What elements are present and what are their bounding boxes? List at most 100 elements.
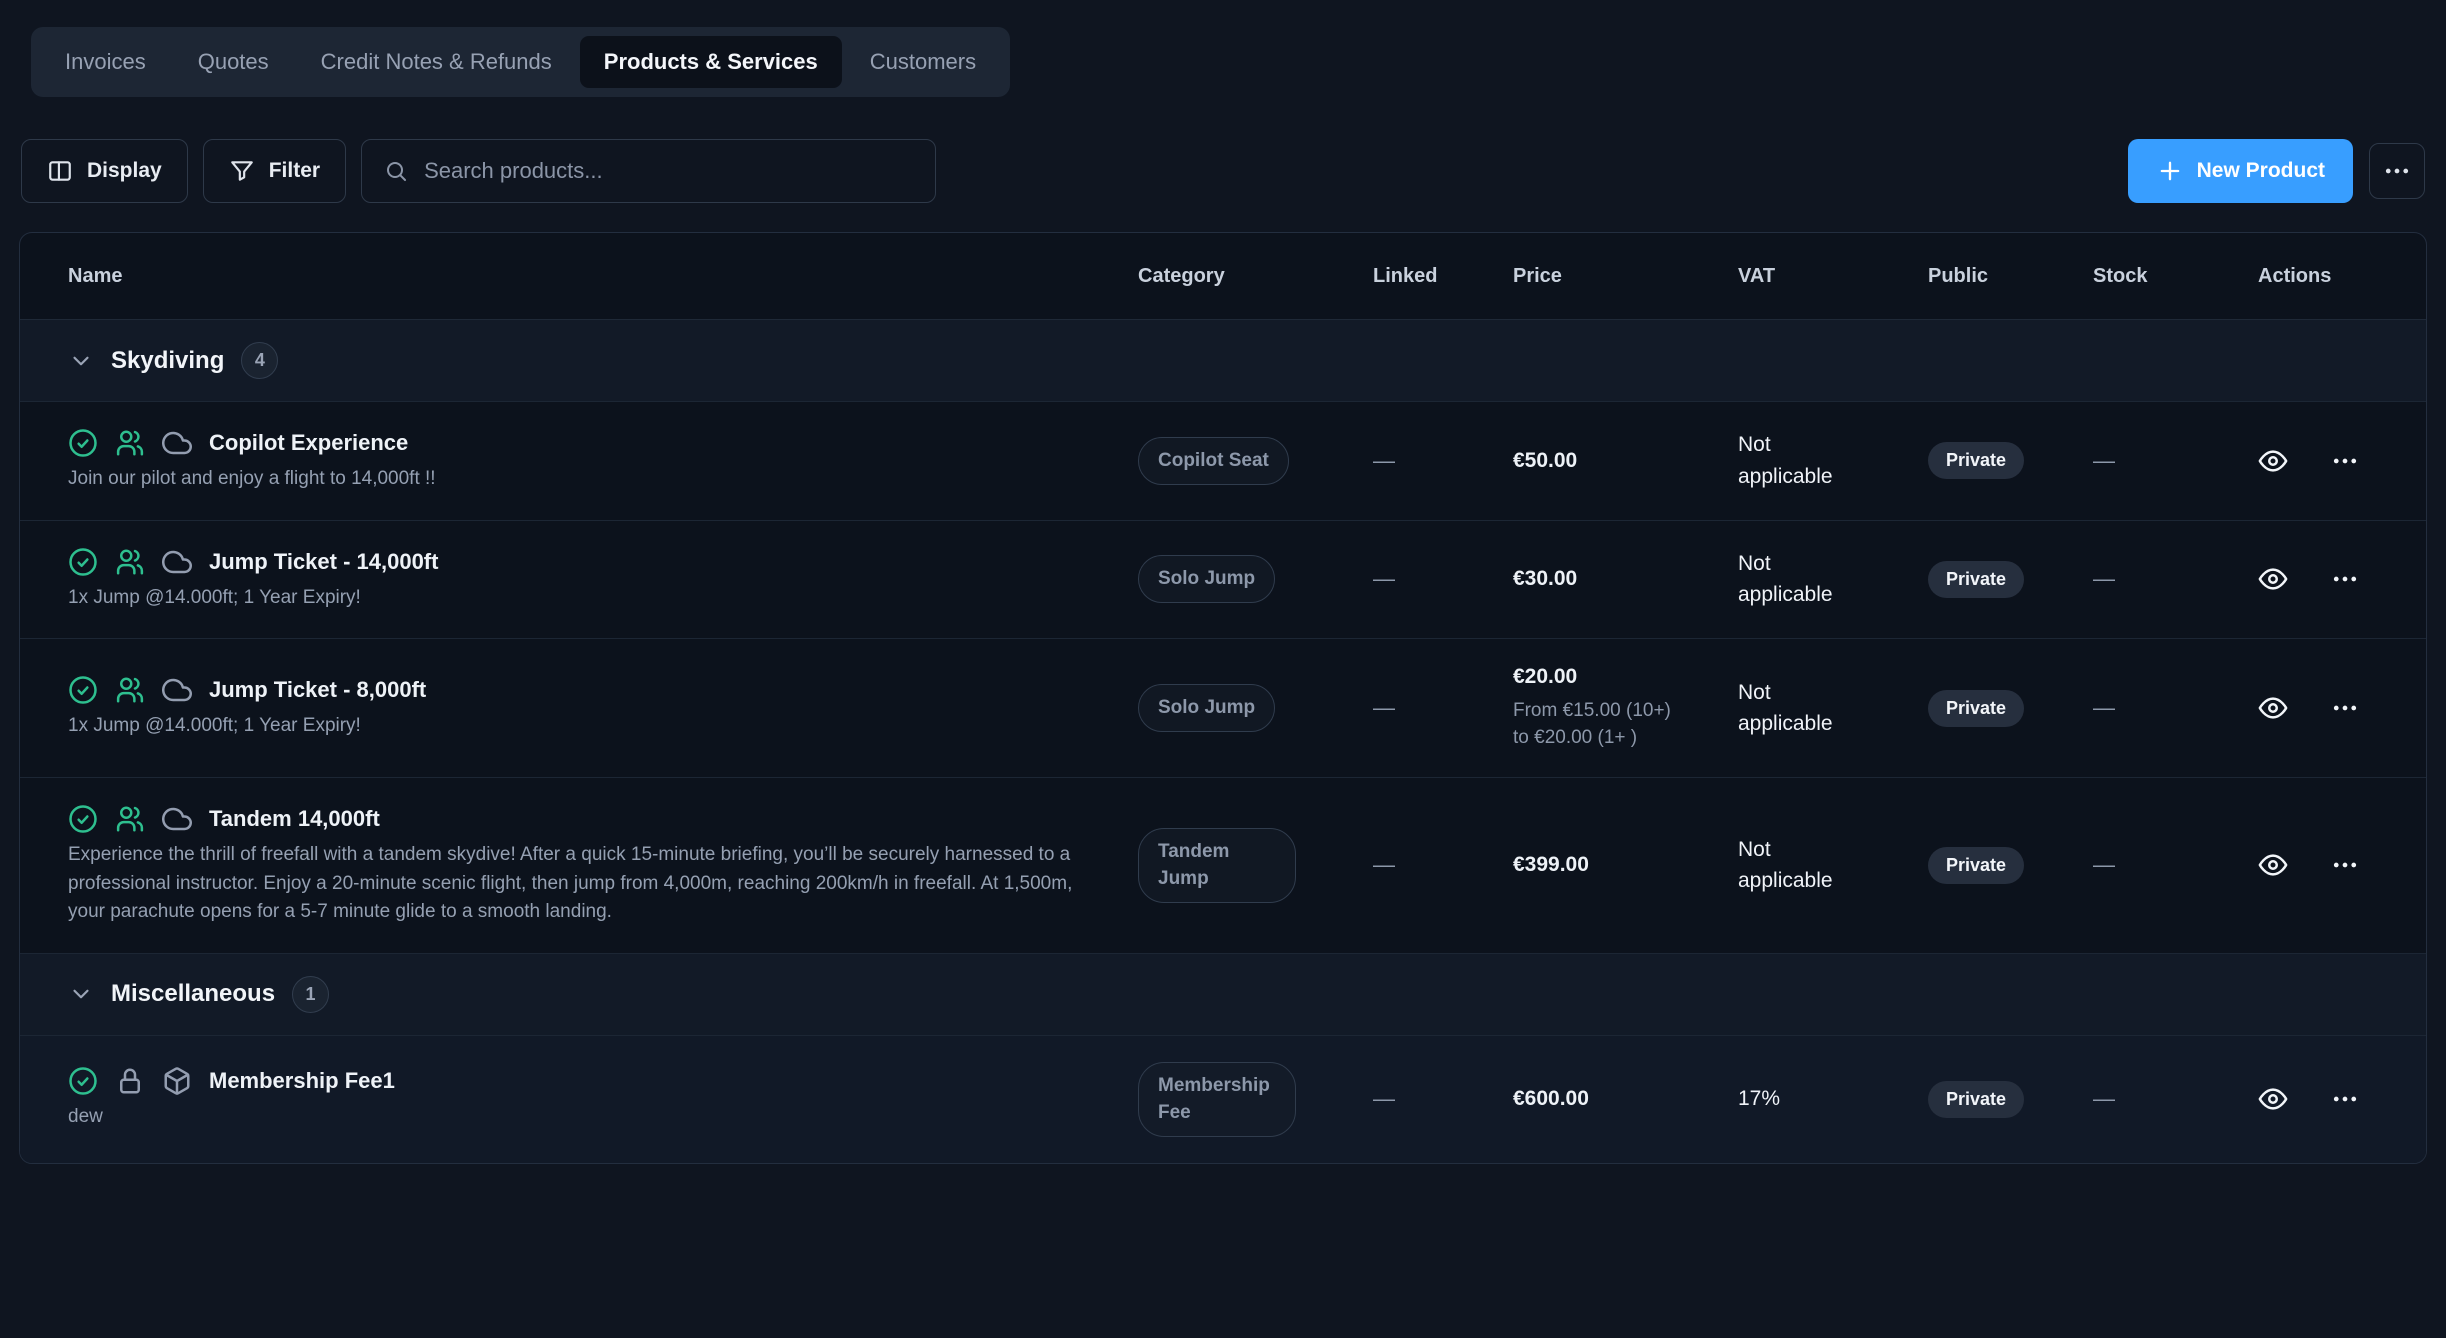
product-row-copilot-experience[interactable]: Copilot Experience Join our pilot and en… xyxy=(20,402,2426,521)
category-pill: Copilot Seat xyxy=(1138,437,1289,485)
group-title: Miscellaneous xyxy=(111,980,275,1008)
column-header-vat: VAT xyxy=(1738,265,1928,288)
linked-cell: — xyxy=(1373,695,1513,721)
chevron-down-icon xyxy=(68,981,94,1007)
cloud-icon xyxy=(162,804,192,834)
stock-cell: — xyxy=(2093,695,2258,721)
product-row-tandem-14000ft[interactable]: Tandem 14,000ft Experience the thrill of… xyxy=(20,778,2426,954)
tab-invoices[interactable]: Invoices xyxy=(41,36,170,88)
eye-icon xyxy=(2258,446,2288,476)
package-icon xyxy=(162,1066,192,1096)
category-cell: Copilot Seat xyxy=(1138,437,1373,485)
column-header-name: Name xyxy=(68,265,1138,288)
product-subtitle: Join our pilot and enjoy a flight to 14,… xyxy=(68,465,1078,494)
search-box xyxy=(361,139,936,203)
category-cell: Solo Jump xyxy=(1138,555,1373,603)
linked-cell: — xyxy=(1373,1086,1513,1112)
eye-icon xyxy=(2258,564,2288,594)
product-subtitle: 1x Jump @14.000ft; 1 Year Expiry! xyxy=(68,712,1078,741)
filter-button[interactable]: Filter xyxy=(203,139,346,203)
name-cell: Jump Ticket - 14,000ft 1x Jump @14.000ft… xyxy=(68,547,1138,613)
search-input[interactable] xyxy=(424,158,913,184)
price-tier-note: From €15.00 (10+) to €20.00 (1+ ) xyxy=(1513,698,1685,751)
preview-button[interactable] xyxy=(2258,850,2288,880)
public-cell: Private xyxy=(1928,847,2093,884)
product-row-jump-ticket-14000ft[interactable]: Jump Ticket - 14,000ft 1x Jump @14.000ft… xyxy=(20,521,2426,640)
group-row-skydiving[interactable]: Skydiving 4 xyxy=(20,320,2426,402)
new-product-button[interactable]: New Product xyxy=(2128,139,2353,203)
tab-customers[interactable]: Customers xyxy=(846,36,1000,88)
cloud-icon xyxy=(162,675,192,705)
actions-cell xyxy=(2258,446,2398,476)
row-more-button[interactable] xyxy=(2330,693,2360,723)
product-row-membership-fee1[interactable]: Membership Fee1 dew Membership Fee — €60… xyxy=(20,1036,2426,1163)
ellipsis-icon xyxy=(2330,564,2360,594)
row-more-button[interactable] xyxy=(2330,1084,2360,1114)
preview-button[interactable] xyxy=(2258,693,2288,723)
name-cell: Membership Fee1 dew xyxy=(68,1066,1138,1132)
name-cell: Copilot Experience Join our pilot and en… xyxy=(68,428,1138,494)
toolbar-right: New Product xyxy=(2128,139,2425,203)
row-more-button[interactable] xyxy=(2330,850,2360,880)
row-more-button[interactable] xyxy=(2330,564,2360,594)
new-product-button-label: New Product xyxy=(2197,159,2325,183)
table-header: Name Category Linked Price VAT Public St… xyxy=(20,233,2426,320)
visibility-badge: Private xyxy=(1928,561,2024,598)
vat-cell: Not applicable xyxy=(1738,677,1870,740)
tab-credit-notes-refunds[interactable]: Credit Notes & Refunds xyxy=(297,36,576,88)
circle-check-icon xyxy=(68,675,98,705)
visibility-badge: Private xyxy=(1928,847,2024,884)
vat-cell: 17% xyxy=(1738,1083,1870,1115)
product-subtitle: Experience the thrill of freefall with a… xyxy=(68,841,1078,927)
column-header-stock: Stock xyxy=(2093,265,2258,288)
vat-cell: Not applicable xyxy=(1738,429,1870,492)
vat-cell: Not applicable xyxy=(1738,548,1870,611)
stock-cell: — xyxy=(2093,852,2258,878)
linked-cell: — xyxy=(1373,852,1513,878)
column-header-price: Price xyxy=(1513,265,1738,288)
circle-check-icon xyxy=(68,804,98,834)
preview-button[interactable] xyxy=(2258,1084,2288,1114)
product-title: Copilot Experience xyxy=(209,430,408,456)
eye-icon xyxy=(2258,693,2288,723)
filter-funnel-icon xyxy=(229,158,255,184)
actions-cell xyxy=(2258,850,2398,880)
price-cell: €30.00 xyxy=(1513,567,1738,591)
tab-quotes[interactable]: Quotes xyxy=(174,36,293,88)
linked-cell: — xyxy=(1373,448,1513,474)
ellipsis-icon xyxy=(2330,1084,2360,1114)
group-count-badge: 4 xyxy=(241,342,278,379)
preview-button[interactable] xyxy=(2258,564,2288,594)
cloud-icon xyxy=(162,428,192,458)
users-icon xyxy=(115,804,145,834)
tab-products-services[interactable]: Products & Services xyxy=(580,36,842,88)
preview-button[interactable] xyxy=(2258,446,2288,476)
row-more-button[interactable] xyxy=(2330,446,2360,476)
category-cell: Membership Fee xyxy=(1138,1062,1373,1137)
column-header-category: Category xyxy=(1138,265,1373,288)
ellipsis-icon xyxy=(2330,850,2360,880)
name-cell: Tandem 14,000ft Experience the thrill of… xyxy=(68,804,1138,927)
linked-cell: — xyxy=(1373,566,1513,592)
group-row-miscellaneous[interactable]: Miscellaneous 1 xyxy=(20,954,2426,1036)
public-cell: Private xyxy=(1928,442,2093,479)
public-cell: Private xyxy=(1928,561,2093,598)
users-icon xyxy=(115,547,145,577)
name-cell: Jump Ticket - 8,000ft 1x Jump @14.000ft;… xyxy=(68,675,1138,741)
column-header-public: Public xyxy=(1928,265,2093,288)
price-cell: €50.00 xyxy=(1513,449,1738,473)
search-icon xyxy=(384,158,408,184)
filter-button-label: Filter xyxy=(269,159,320,183)
stock-cell: — xyxy=(2093,448,2258,474)
stock-cell: — xyxy=(2093,566,2258,592)
price-cell: €399.00 xyxy=(1513,853,1738,877)
stock-cell: — xyxy=(2093,1086,2258,1112)
product-subtitle: 1x Jump @14.000ft; 1 Year Expiry! xyxy=(68,584,1078,613)
display-button[interactable]: Display xyxy=(21,139,188,203)
group-count-badge: 1 xyxy=(292,976,329,1013)
actions-cell xyxy=(2258,564,2398,594)
toolbar-more-button[interactable] xyxy=(2369,143,2425,199)
page: Invoices Quotes Credit Notes & Refunds P… xyxy=(0,0,2446,1164)
product-row-jump-ticket-8000ft[interactable]: Jump Ticket - 8,000ft 1x Jump @14.000ft;… xyxy=(20,639,2426,778)
category-pill: Solo Jump xyxy=(1138,555,1275,603)
